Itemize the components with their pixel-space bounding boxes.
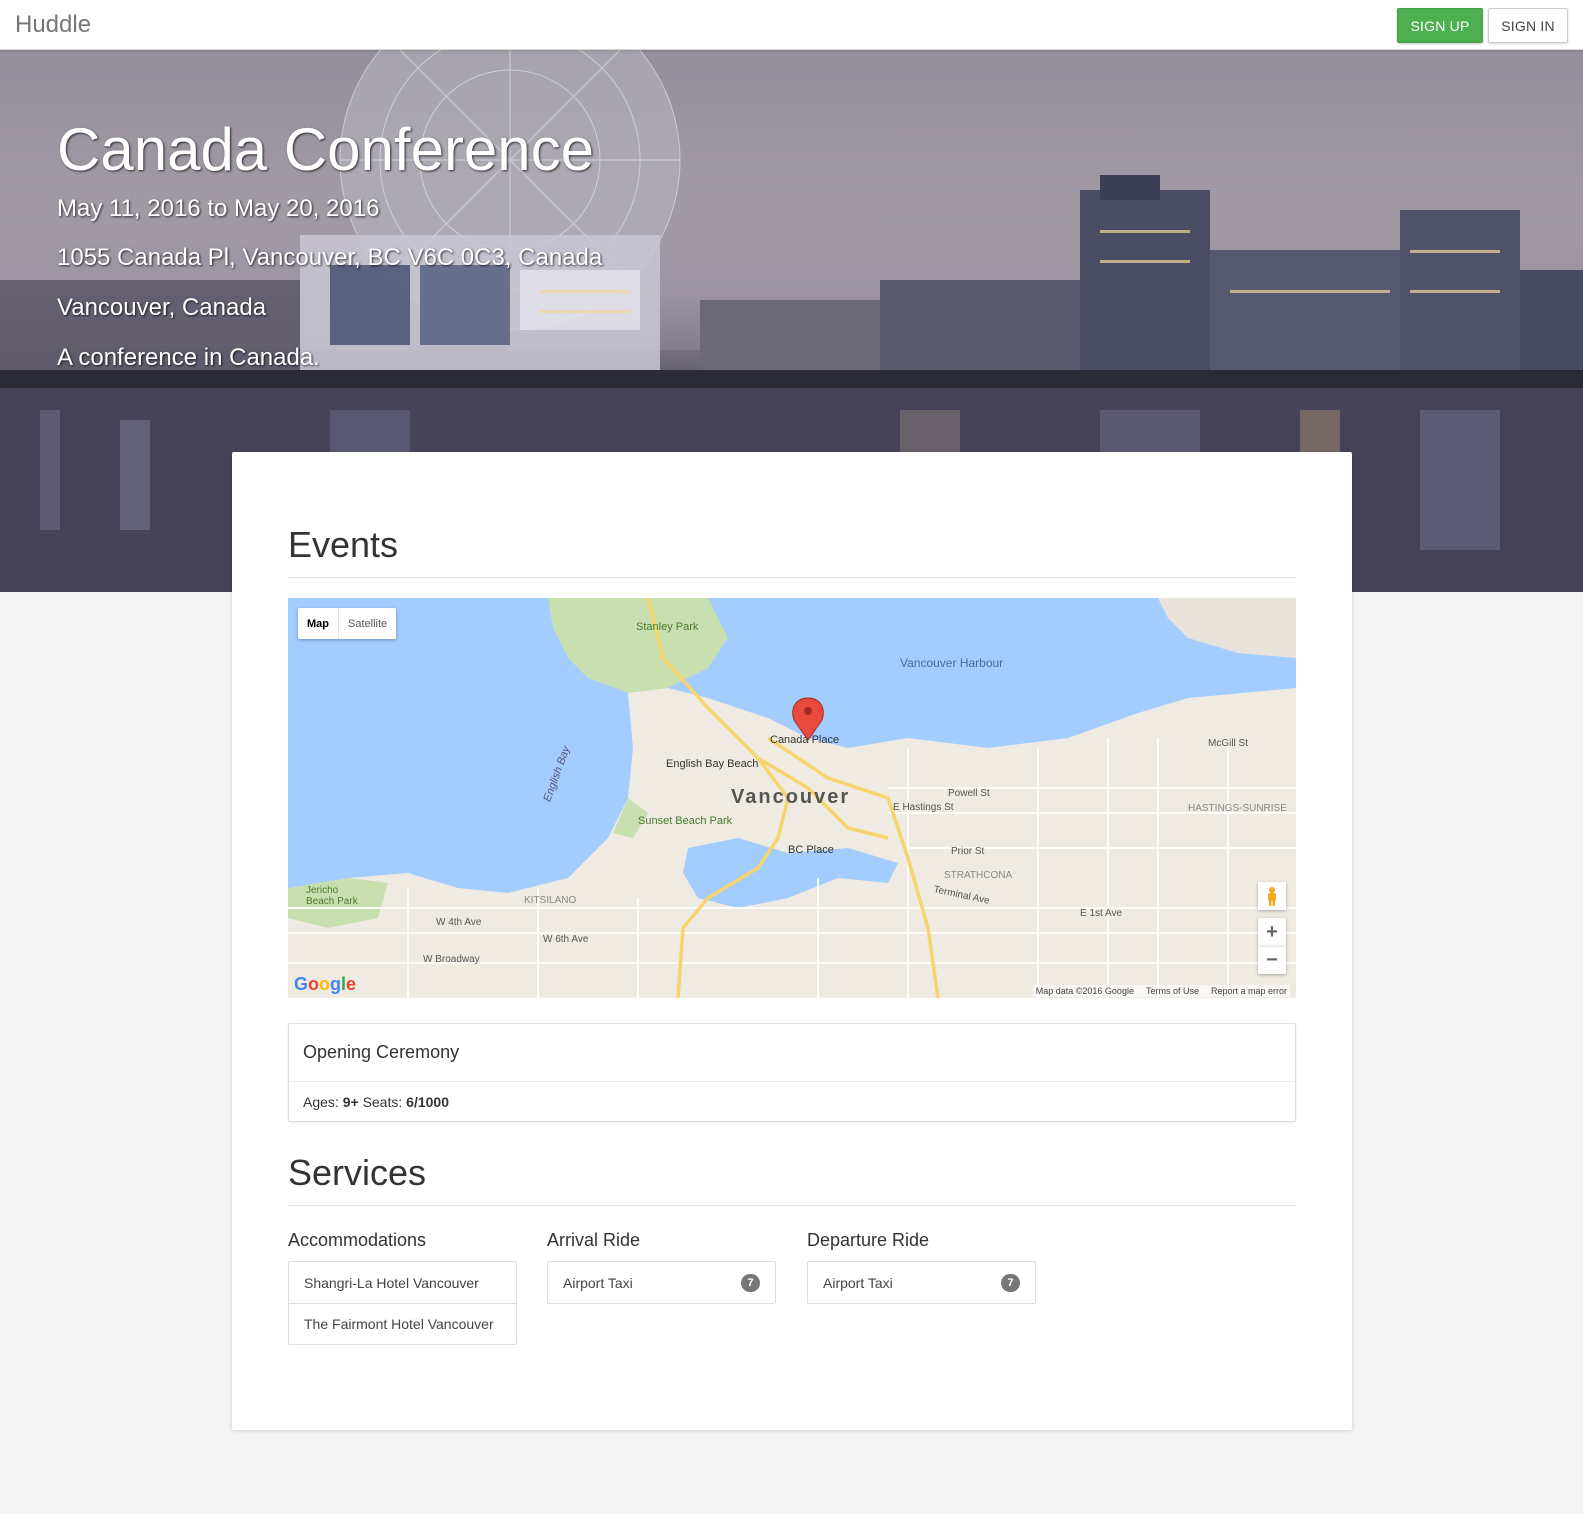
map-type-satellite-button[interactable]: Satellite [339,608,396,639]
ages-value: 9+ [342,1094,359,1110]
arrival-ride-count-badge: 7 [741,1273,760,1292]
arrival-ride-list: Airport Taxi 7 [547,1261,776,1304]
zoom-in-button[interactable]: + [1258,918,1286,946]
accommodation-item[interactable]: Shangri-La Hotel Vancouver [289,1262,516,1303]
event-details: Ages: 9+ Seats: 6/1000 [289,1082,1295,1122]
map-label-e-1st: E 1st Ave [1080,908,1123,919]
map-label-powell: Powell St [948,788,990,799]
map-label-w-4th: W 4th Ave [436,917,482,928]
map-label-mcgill: McGill St [1208,738,1248,749]
top-navbar: Huddle SIGN UP SIGN IN [0,0,1583,50]
map-label-w-6th: W 6th Ave [543,934,589,945]
map-label-sunset-beach-park: Sunset Beach Park [638,815,733,827]
map-type-control: Map Satellite [298,608,397,639]
departure-ride-title: Departure Ride [807,1230,930,1250]
seats-label: Seats: [362,1094,403,1110]
event-address: 1055 Canada Pl, Vancouver, BC V6C 0C3, C… [57,244,603,271]
accommodations-column: Accommodations Shangri-La Hotel Vancouve… [288,1230,517,1345]
content-card: Events Vancouver Canada Place English Ba… [232,452,1352,1430]
services-divider [288,1205,1296,1206]
events-map[interactable]: Vancouver Canada Place English Bay Beach… [288,598,1296,998]
brand-logo[interactable]: Huddle [15,11,91,39]
event-description: A conference in Canada. [57,344,320,371]
map-terms-link[interactable]: Terms of Use [1146,986,1199,996]
arrival-ride-item[interactable]: Airport Taxi 7 [548,1262,775,1303]
arrival-ride-label: Airport Taxi [563,1274,633,1291]
map-attribution: Map data ©2016 Google Terms of Use Repor… [1032,985,1290,997]
events-divider [288,577,1296,578]
google-logo: Google [294,974,357,994]
event-dates: May 11, 2016 to May 20, 2016 [57,195,380,222]
map-label-vancouver-harbour: Vancouver Harbour [900,656,1004,670]
map-label-hastings-sunrise: HASTINGS-SUNRISE [1188,803,1287,814]
zoom-out-button[interactable]: − [1258,946,1286,974]
map-label-english-bay-beach: English Bay Beach [666,758,759,770]
event-city: Vancouver, Canada [57,294,267,321]
event-panel[interactable]: Opening Ceremony Ages: 9+ Seats: 6/1000 [288,1023,1296,1122]
arrival-ride-title: Arrival Ride [547,1230,641,1250]
ages-label: Ages: [303,1094,339,1110]
departure-ride-count-badge: 7 [1001,1273,1020,1292]
services-heading: Services [288,1152,427,1193]
sign-in-button[interactable]: SIGN IN [1488,8,1568,43]
arrival-ride-column: Arrival Ride Airport Taxi 7 [547,1230,776,1304]
departure-ride-item[interactable]: Airport Taxi 7 [808,1262,1035,1303]
map-label-jericho-beach-park: Jericho Beach Park [306,885,358,907]
map-label-bc-place: BC Place [788,844,834,856]
events-heading: Events [288,524,399,565]
accommodation-item[interactable]: The Fairmont Hotel Vancouver [289,1303,516,1344]
map-label-stanley-park: Stanley Park [636,621,699,633]
departure-ride-list: Airport Taxi 7 [807,1261,1036,1304]
map-data-credit: Map data ©2016 Google [1035,986,1134,996]
map-label-e-hastings: E Hastings St [893,802,954,813]
seats-value: 6/1000 [406,1094,449,1110]
map-label-prior: Prior St [951,846,985,857]
map-label-vancouver: Vancouver [731,786,851,808]
map-label-kitsilano: KITSILANO [524,895,577,906]
event-name[interactable]: Opening Ceremony [289,1024,1295,1082]
map-type-map-button[interactable]: Map [298,608,339,639]
map-label-canada-place: Canada Place [770,734,840,746]
accommodations-title: Accommodations [288,1230,427,1250]
pegman-icon[interactable] [1258,882,1286,910]
accommodations-list: Shangri-La Hotel Vancouver The Fairmont … [288,1261,517,1345]
map-label-strathcona: STRATHCONA [944,870,1013,881]
event-title: Canada Conference [57,116,595,183]
map-report-link[interactable]: Report a map error [1211,986,1287,996]
sign-up-button[interactable]: SIGN UP [1397,8,1483,43]
departure-ride-column: Departure Ride Airport Taxi 7 [807,1230,1036,1304]
map-label-w-broadway: W Broadway [423,954,480,965]
departure-ride-label: Airport Taxi [823,1274,893,1291]
